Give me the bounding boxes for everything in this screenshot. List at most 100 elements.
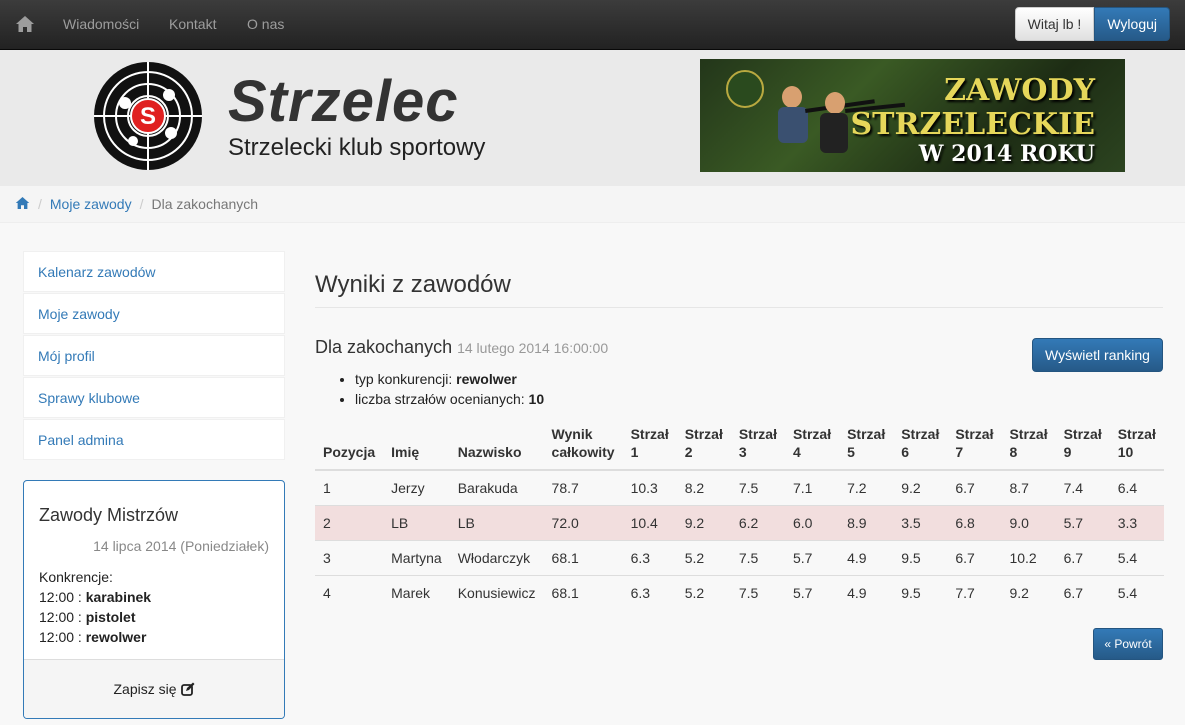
table-cell: 10.3 [622,469,677,505]
column-header: Strzał 9 [1055,418,1110,471]
sidebar-menu: Kalenarz zawodów Moje zawody Mój profil … [23,251,285,461]
logo-letter: S [140,103,156,130]
table-cell: 3.5 [893,504,948,540]
logout-button[interactable]: Wyloguj [1094,7,1170,41]
competition-item: 12:00 : pistolet [39,609,136,625]
event-date: 14 lipca 2014 (Poniedziałek) [93,538,269,554]
signup-button[interactable]: Zapisz się [24,659,284,718]
table-cell: 3.3 [1109,504,1164,540]
table-cell: 4.9 [839,539,894,575]
table-cell: 68.1 [543,539,623,575]
nav-link-kontakt[interactable]: Kontakt [169,16,216,32]
column-header: Strzał 5 [839,418,894,471]
table-cell: 7.4 [1055,469,1110,505]
banner-line-1: ZAWODY [944,73,1095,108]
table-cell: 9.5 [893,539,948,575]
table-cell: 5.4 [1109,539,1164,575]
table-cell: 9.5 [893,574,948,610]
table-row: 4 Marek Konusiewicz 68.1 6.3 5.2 7.5 5.7 4.9 9.5 7… [315,574,1164,610]
info-shots: liczba strzałów ocenianych: 10 [355,389,544,409]
table-cell: 5.7 [784,539,840,575]
table-cell: 7.5 [730,539,785,575]
top-navbar: Wiadomości Kontakt O nas Witaj lb ! Wylo… [0,0,1185,50]
column-header: Pozycja [315,418,384,471]
table-cell: LB [449,504,544,540]
table-row: 3 Martyna Włodarczyk 68.1 6.3 5.2 7.5 5.7 4.9 9.5… [315,539,1164,575]
brand-subtitle: Strzelecki klub sportowy [228,134,486,161]
user-button-group: Witaj lb ! Wyloguj [1014,7,1170,41]
sidebar-item-sprawy-klubowe[interactable]: Sprawy klubowe [23,377,285,418]
table-cell: 1 [315,469,384,505]
table-cell: LB [383,504,450,540]
table-cell: 8.9 [839,504,894,540]
table-cell: 7.5 [730,469,785,505]
column-header: Nazwisko [449,418,544,471]
event-competitions: Konkrencje: 12:00 : karabinek 12:00 : pi… [39,567,151,647]
nav-link-o-nas[interactable]: O nas [247,16,284,32]
results-table: Pozycja Imię Nazwisko Wynik całkowity Strzał… [315,418,1164,610]
table-cell: 6.7 [1055,574,1110,610]
edit-icon [180,682,195,696]
table-cell: 72.0 [543,504,623,540]
greeting-button[interactable]: Witaj lb ! [1014,7,1095,41]
info-type: typ konkurencji: rewolwer [355,369,544,389]
column-header: Strzał 8 [1001,418,1056,471]
show-ranking-button[interactable]: Wyświetl ranking [1032,338,1163,372]
table-cell: 6.2 [730,504,785,540]
table-cell: 5.7 [1055,504,1110,540]
table-cell: 6.4 [1109,469,1164,505]
column-header: Strzał 1 [622,418,677,471]
breadcrumb-link-moje-zawody[interactable]: Moje zawody [50,196,132,212]
table-cell: Martyna [383,539,450,575]
breadcrumb-home-icon[interactable] [15,196,30,213]
home-icon[interactable] [14,13,36,35]
table-cell: 9.2 [1001,574,1056,610]
banner-line-2: STRZELECKIE [850,107,1096,142]
table-cell: 6.3 [622,539,677,575]
upcoming-event-panel: Zawody Mistrzów 14 lipca 2014 (Poniedzia… [23,480,285,719]
table-row: 1 Jerzy Barakuda 78.7 10.3 8.2 7.5 7.1 7.2 9.2 6.7… [315,469,1164,505]
page-title: Wyniki z zawodów [315,271,511,298]
table-cell: 9.2 [676,504,731,540]
table-cell: 7.2 [839,469,894,505]
sidebar-item-panel-admina[interactable]: Panel admina [23,419,285,460]
table-cell: 78.7 [543,469,623,505]
table-cell: 5.4 [1109,574,1164,610]
sidebar-item-moje-zawody[interactable]: Moje zawody [23,293,285,334]
back-button[interactable]: « Powrót [1093,628,1163,660]
table-cell: 10.4 [622,504,677,540]
table-cell: 5.7 [784,574,840,610]
divider [315,307,1163,308]
table-cell: 8.2 [676,469,731,505]
table-cell: 6.7 [1055,539,1110,575]
breadcrumb: / Moje zawody / Dla zakochanych [0,186,1185,223]
table-cell: 7.5 [730,574,785,610]
sidebar-item-kalendarz[interactable]: Kalenarz zawodów [23,251,285,292]
table-cell: 10.2 [1001,539,1056,575]
nav-link-wiadomosci[interactable]: Wiadomości [63,16,139,32]
table-cell: Marek [383,574,450,610]
column-header: Strzał 10 [1109,418,1164,471]
banner-line-3: W 2014 ROKU [918,141,1095,167]
competition-item: 12:00 : rewolwer [39,629,147,645]
table-cell: 9.2 [893,469,948,505]
table-cell: 3 [315,539,384,575]
table-cell: 4 [315,574,384,610]
competition-info: typ konkurencji: rewolwer liczba strzałó… [355,369,544,409]
brand-name[interactable]: Strzelec [228,68,458,135]
table-cell: 7.7 [947,574,1002,610]
table-row: 2 LB LB 72.0 10.4 9.2 6.2 6.0 8.9 3.5 6.8 9.0 5.7 3.3 [315,504,1164,540]
breadcrumb-separator: / [38,196,42,212]
table-cell: 7.1 [784,469,840,505]
competition-date: 14 lutego 2014 16:00:00 [457,340,609,356]
competition-name: Dla zakochanych [315,337,453,357]
sidebar-item-moj-profil[interactable]: Mój profil [23,335,285,376]
competition-heading: Dla zakochanych 14 lutego 2014 16:00:00 [315,337,608,358]
table-cell: 9.0 [1001,504,1056,540]
table-cell: 8.7 [1001,469,1056,505]
table-cell: Konusiewicz [449,574,544,610]
breadcrumb-active: Dla zakochanych [151,196,259,212]
table-cell: Barakuda [449,469,544,505]
table-cell: 6.7 [947,469,1002,505]
table-cell: 5.2 [676,574,731,610]
